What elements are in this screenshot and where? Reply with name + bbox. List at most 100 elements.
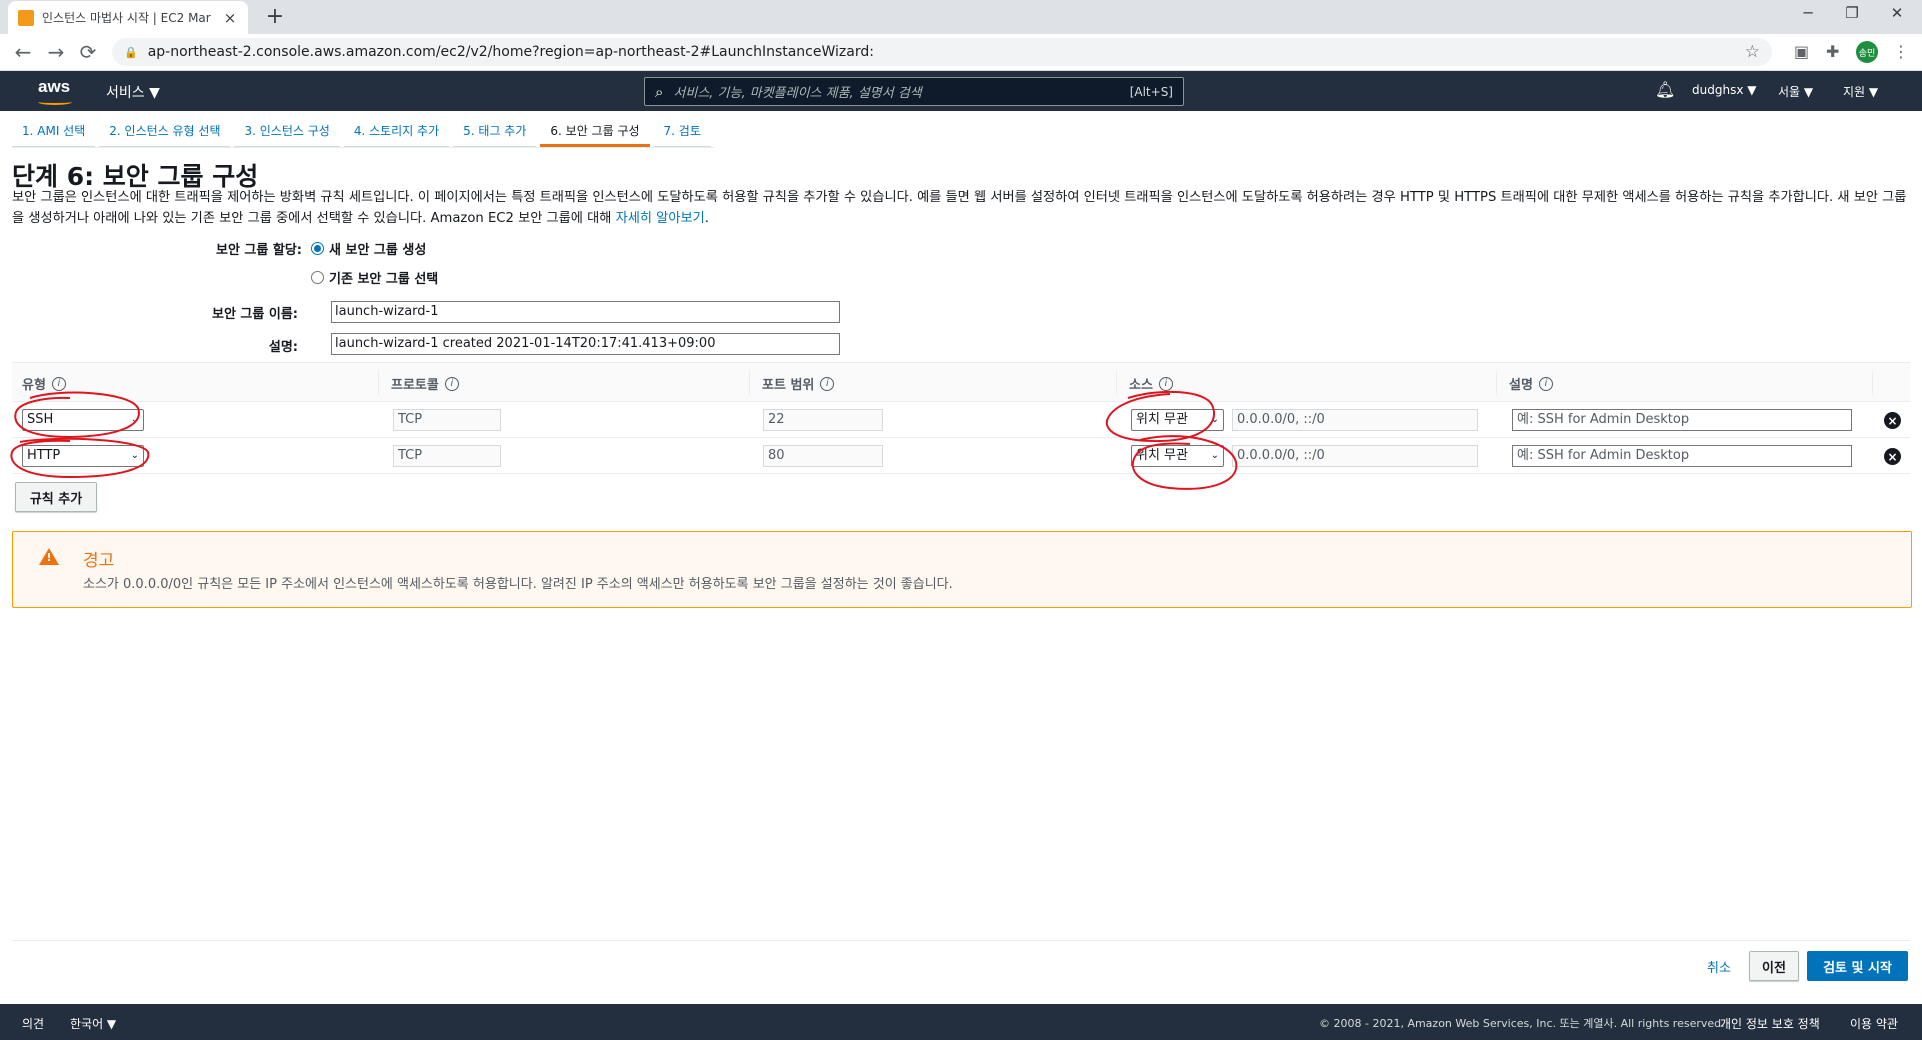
radio-new-sg-dot[interactable] (311, 242, 324, 255)
warning-alert: ! 경고 소스가 0.0.0.0/0인 규칙은 모든 IP 주소에서 인스턴스에… (12, 531, 1912, 608)
wizard-steps: 1. AMI 선택 2. 인스턴스 유형 선택 3. 인스턴스 구성 4. 스토… (12, 117, 715, 148)
wizard-step-security-group[interactable]: 6. 보안 그룹 구성 (540, 117, 650, 147)
wizard-step-tags[interactable]: 5. 태그 추가 (453, 117, 537, 147)
rule-description-input[interactable]: 예: SSH for Admin Desktop (1512, 445, 1852, 467)
back-icon[interactable]: ← (11, 40, 35, 64)
description-suffix: . (704, 211, 709, 226)
description-text: 보안 그룹은 인스턴스에 대한 트래픽을 제어하는 방화벽 규칙 세트입니다. … (12, 190, 1907, 226)
col-description-label: 설명 (1509, 378, 1533, 393)
browser-tabstrip: 인스턴스 마법사 시작 | EC2 Mar × + ─ ❐ ✕ (0, 0, 1922, 34)
lock-icon: 🔒 (124, 45, 138, 59)
review-launch-button[interactable]: 검토 및 시작 (1807, 951, 1908, 981)
protocol-field: TCP (393, 409, 501, 431)
rule-description-input[interactable]: 예: SSH for Admin Desktop (1512, 409, 1852, 431)
sg-desc-label: 설명: (268, 340, 298, 355)
page-description: 보안 그룹은 인스턴스에 대한 트래픽을 제어하는 방화벽 규칙 세트입니다. … (12, 187, 1910, 229)
chevron-down-icon: ⌄ (130, 450, 139, 461)
source-select[interactable]: 위치 무관 ⌄ (1131, 445, 1224, 467)
cast-icon[interactable]: ▣ (1794, 42, 1809, 61)
info-icon[interactable]: i (1538, 376, 1553, 391)
restore-icon[interactable]: ❐ (1842, 4, 1862, 22)
col-port-label: 포트 범위 (762, 378, 815, 393)
bookmark-star-icon[interactable]: ☆ (1745, 42, 1760, 62)
terms-link[interactable]: 이용 약관 (1850, 1015, 1898, 1032)
wizard-step-ami[interactable]: 1. AMI 선택 (12, 117, 96, 147)
radio-new-sg[interactable]: 새 보안 그룹 생성 (311, 239, 426, 258)
col-port: 포트 범위 i (762, 374, 835, 393)
browser-toolbar: ← → ⟳ 🔒 ap-northeast-2.console.aws.amazo… (0, 34, 1922, 71)
bell-icon[interactable]: 🔔︎ (1655, 80, 1675, 99)
cidr-field[interactable]: 0.0.0.0/0, ::/0 (1232, 409, 1478, 431)
minimize-icon[interactable]: ─ (1798, 4, 1818, 22)
radio-new-sg-label: 새 보안 그룹 생성 (329, 243, 427, 258)
sg-desc-input[interactable]: launch-wizard-1 created 2021-01-14T20:17… (331, 333, 840, 355)
cidr-field[interactable]: 0.0.0.0/0, ::/0 (1232, 445, 1478, 467)
learn-more-link[interactable]: 자세히 알아보기 (616, 211, 705, 226)
url-text: ap-northeast-2.console.aws.amazon.com/ec… (147, 44, 874, 60)
protocol-field: TCP (393, 445, 501, 467)
source-select-value: 위치 무관 (1136, 448, 1188, 463)
source-select-value: 위치 무관 (1136, 412, 1188, 427)
type-select-value: SSH (27, 412, 54, 427)
close-tab-icon[interactable]: × (222, 9, 238, 27)
copyright-text: © 2008 - 2021, Amazon Web Services, Inc.… (1319, 1017, 1725, 1030)
col-protocol-label: 프로토콜 (391, 378, 439, 393)
cancel-button[interactable]: 취소 (1707, 957, 1731, 976)
privacy-link[interactable]: 개인 정보 보호 정책 (1720, 1015, 1820, 1032)
col-divider (1116, 371, 1117, 395)
red-annotation-circles (10, 390, 1238, 490)
previous-button[interactable]: 이전 (1749, 951, 1799, 981)
info-icon[interactable]: i (1158, 376, 1173, 391)
delete-rule-icon[interactable]: × (1884, 448, 1901, 465)
support-menu[interactable]: 지원 ▼ (1843, 83, 1878, 100)
col-divider (378, 371, 379, 395)
col-type-label: 유형 (22, 378, 46, 393)
info-icon[interactable]: i (51, 376, 66, 391)
console-search[interactable]: ⌕ 서비스, 기능, 마켓플레이스 제품, 설명서 검색 [Alt+S] (644, 77, 1184, 106)
sg-name-label: 보안 그룹 이름: (211, 307, 298, 322)
browser-menu-icon[interactable]: ⋮ (1893, 42, 1909, 61)
close-window-icon[interactable]: ✕ (1887, 4, 1907, 22)
type-select[interactable]: SSH ⌄ (22, 409, 144, 431)
wizard-step-instance-type[interactable]: 2. 인스턴스 유형 선택 (99, 117, 231, 147)
radio-existing-sg[interactable]: 기존 보안 그룹 선택 (311, 268, 438, 287)
account-menu[interactable]: dudghsx ▼ (1692, 83, 1756, 97)
reload-icon[interactable]: ⟳ (76, 40, 100, 64)
forward-icon[interactable]: → (44, 40, 68, 64)
chevron-down-icon: ⌄ (1210, 414, 1219, 425)
add-rule-button[interactable]: 규칙 추가 (15, 482, 97, 512)
profile-avatar[interactable]: 송민 (1856, 41, 1878, 63)
port-field: 80 (763, 445, 883, 467)
aws-top-nav: aws 서비스 ▼ ⌕ 서비스, 기능, 마켓플레이스 제품, 설명서 검색 [… (0, 71, 1922, 111)
type-select[interactable]: HTTP ⌄ (22, 445, 144, 467)
new-tab-button[interactable]: + (262, 4, 288, 29)
delete-rule-icon[interactable]: × (1884, 412, 1901, 429)
search-placeholder: 서비스, 기능, 마켓플레이스 제품, 설명서 검색 (673, 86, 922, 101)
language-select[interactable]: 한국어 ▼ (70, 1015, 116, 1032)
wizard-step-configure[interactable]: 3. 인스턴스 구성 (234, 117, 340, 147)
type-select-value: HTTP (27, 448, 61, 463)
browser-tab[interactable]: 인스턴스 마법사 시작 | EC2 Mar × (8, 1, 248, 34)
aws-smile-icon (38, 99, 72, 105)
extensions-icon[interactable]: ✚ (1826, 42, 1839, 61)
wizard-step-review[interactable]: 7. 검토 (653, 117, 711, 147)
warning-icon-mark: ! (46, 551, 52, 564)
chevron-down-icon: ⌄ (1210, 450, 1219, 461)
wizard-step-storage[interactable]: 4. 스토리지 추가 (343, 117, 450, 147)
assign-sg-label: 보안 그룹 할당: (215, 243, 302, 258)
info-icon[interactable]: i (820, 376, 835, 391)
services-menu[interactable]: 서비스 ▼ (106, 82, 160, 102)
radio-existing-sg-label: 기존 보안 그룹 선택 (329, 272, 439, 287)
sg-name-input[interactable]: launch-wizard-1 (331, 301, 840, 323)
source-select[interactable]: 위치 무관 ⌄ (1131, 409, 1224, 431)
feedback-link[interactable]: 의견 (22, 1015, 44, 1032)
actions-divider (12, 940, 1910, 941)
col-divider (749, 371, 750, 395)
col-type: 유형 i (22, 374, 66, 393)
region-menu[interactable]: 서울 ▼ (1778, 83, 1813, 100)
address-bar[interactable]: 🔒 ap-northeast-2.console.aws.amazon.com/… (112, 38, 1772, 66)
aws-logo[interactable]: aws (38, 77, 70, 97)
info-icon[interactable]: i (444, 376, 459, 391)
col-protocol: 프로토콜 i (391, 374, 459, 393)
radio-existing-sg-dot[interactable] (311, 271, 324, 284)
